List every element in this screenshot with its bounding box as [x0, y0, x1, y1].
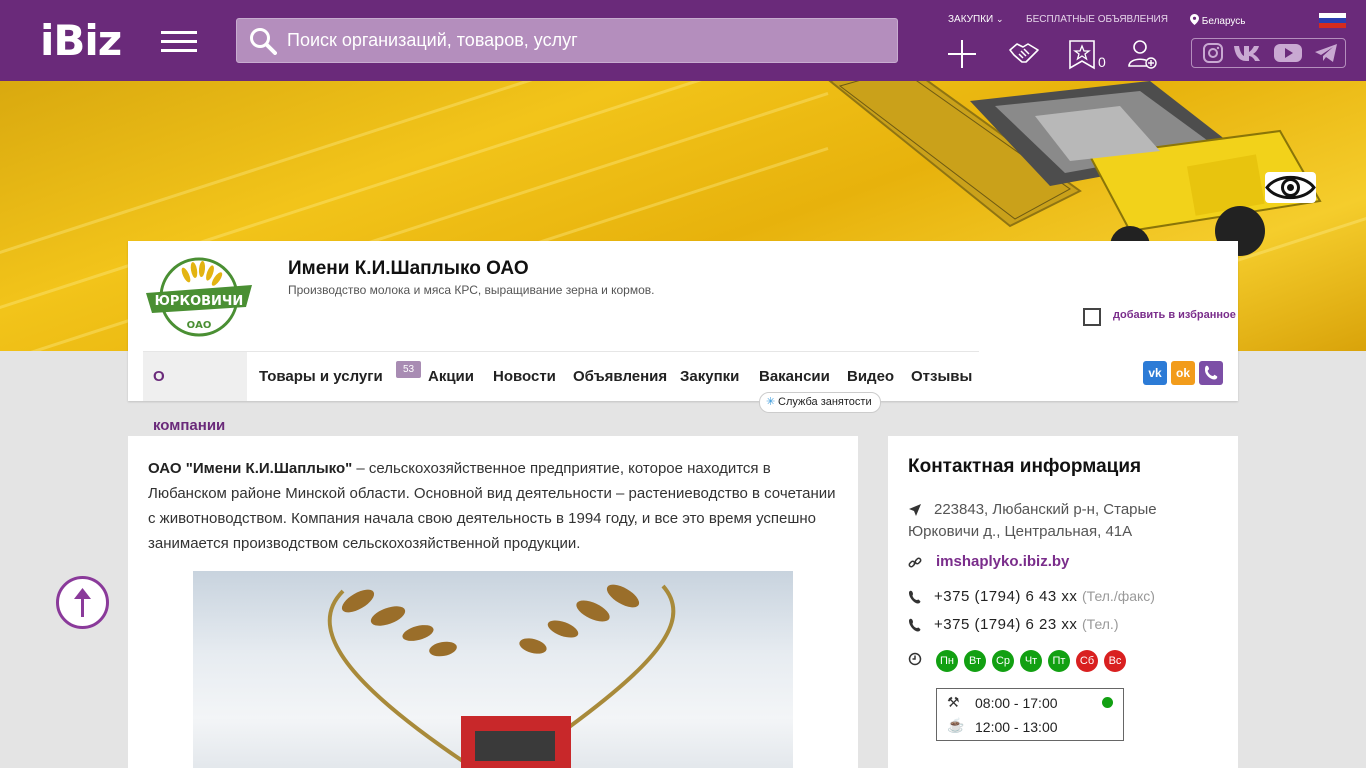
- contact-title: Контактная информация: [908, 456, 1142, 477]
- svg-text:ОАО: ОАО: [187, 320, 212, 331]
- tab-purchases[interactable]: Закупки: [680, 352, 739, 401]
- phone-icon: [909, 618, 921, 632]
- search-bar: [236, 18, 898, 63]
- tools-icon: ⚒: [947, 694, 960, 710]
- sparkle-icon: ✳: [766, 396, 776, 408]
- user-add-icon[interactable]: [1126, 38, 1158, 70]
- chevron-down-icon: ⌄: [995, 14, 1004, 24]
- day-friday[interactable]: Пт: [1048, 650, 1070, 672]
- day-monday[interactable]: Пн: [936, 650, 958, 672]
- vk-share-icon[interactable]: vk: [1143, 361, 1167, 385]
- search-icon[interactable]: [249, 27, 277, 55]
- phone-icon: [1205, 365, 1218, 380]
- arrow-up-icon: [74, 588, 91, 617]
- company-name: Имени К.И.Шаплыко ОАО: [288, 258, 529, 279]
- about-section: ОАО "Имени К.И.Шаплыко" – сельскохозяйст…: [128, 436, 858, 768]
- phone-fax-number[interactable]: +375 (1794) 6 43 xx (Тел./факс): [934, 588, 1155, 605]
- day-thursday[interactable]: Чт: [1020, 650, 1042, 672]
- add-favorite-link[interactable]: добавить в избранное: [1113, 309, 1236, 321]
- scroll-to-top-button[interactable]: [56, 576, 109, 629]
- day-saturday[interactable]: Сб: [1076, 650, 1098, 672]
- favorites-star-icon[interactable]: [1066, 38, 1098, 70]
- add-icon[interactable]: [946, 38, 978, 70]
- tab-products[interactable]: Товары и услуги: [259, 352, 383, 401]
- day-sunday[interactable]: Вс: [1104, 650, 1126, 672]
- instagram-icon[interactable]: [1203, 43, 1223, 63]
- working-hours-box: ⚒ 08:00 - 17:00 ☕ 12:00 - 13:00: [936, 688, 1124, 741]
- vk-icon[interactable]: [1233, 43, 1265, 63]
- top-header: iBiz ЗАКУПКИ ⌄ БЕСПЛАТНЫЕ ОБЪЯВЛЕНИЯ Бел…: [0, 0, 1366, 81]
- menu-icon[interactable]: [161, 31, 197, 53]
- about-text: ОАО "Имени К.И.Шаплыко" – сельскохозяйст…: [148, 460, 836, 552]
- ibiz-logo[interactable]: iBiz: [40, 18, 122, 64]
- location-pin-icon: [1190, 14, 1199, 25]
- company-card: ЮРКОВИЧИ ОАО Имени К.И.Шаплыко ОАО Произ…: [128, 241, 1238, 434]
- company-description: Производство молока и мяса КРС, выращива…: [288, 283, 655, 297]
- coffee-cup-icon: ☕: [947, 717, 965, 733]
- social-links: [1191, 38, 1346, 68]
- clock-icon: [908, 652, 922, 666]
- add-favorite-checkbox[interactable]: [1083, 308, 1101, 326]
- tab-reviews[interactable]: Отзывы: [911, 352, 972, 401]
- contact-info-panel: Контактная информация 223843, Любанский …: [888, 436, 1238, 768]
- russian-flag-icon[interactable]: [1319, 13, 1346, 28]
- company-website-link[interactable]: imshaplyko.ibiz.by: [936, 553, 1069, 570]
- viber-share-icon[interactable]: [1199, 361, 1223, 385]
- eye-icon: [1265, 175, 1316, 200]
- telegram-icon[interactable]: [1314, 43, 1338, 63]
- contact-address: 223843, Любанский р-н, Старые Юрковичи д…: [908, 501, 1157, 540]
- day-wednesday[interactable]: Ср: [992, 650, 1014, 672]
- lunch-hours: 12:00 - 13:00: [975, 719, 1058, 735]
- accessibility-eye-button[interactable]: [1265, 172, 1316, 203]
- odnoklassniki-share-icon[interactable]: ok: [1171, 361, 1195, 385]
- tab-about[interactable]: О компании: [143, 352, 247, 434]
- search-input[interactable]: [287, 19, 887, 62]
- youtube-icon[interactable]: [1274, 43, 1302, 63]
- tab-ads[interactable]: Объявления: [573, 352, 667, 401]
- region-selector[interactable]: Беларусь: [1190, 14, 1246, 27]
- phone-icon: [909, 590, 921, 604]
- tab-promotions[interactable]: Акции: [428, 352, 474, 401]
- combine-harvester-image: [828, 81, 1322, 261]
- day-tuesday[interactable]: Вт: [964, 650, 986, 672]
- wheat-heart-photo: [193, 571, 793, 768]
- favorites-count: 0: [1098, 54, 1106, 70]
- products-count-badge: 53: [396, 361, 421, 378]
- handshake-icon[interactable]: [1008, 38, 1040, 70]
- work-hours: 08:00 - 17:00: [975, 695, 1058, 711]
- company-logo[interactable]: ЮРКОВИЧИ ОАО: [146, 255, 252, 339]
- svg-text:ЮРКОВИЧИ: ЮРКОВИЧИ: [155, 294, 244, 309]
- zakupki-link[interactable]: ЗАКУПКИ ⌄: [948, 14, 1004, 25]
- link-icon: [908, 557, 922, 568]
- open-status-indicator: [1102, 697, 1113, 708]
- tab-news[interactable]: Новости: [493, 352, 556, 401]
- free-ads-link[interactable]: БЕСПЛАТНЫЕ ОБЪЯВЛЕНИЯ: [1026, 14, 1168, 25]
- employment-service-tooltip[interactable]: ✳ Служба занятости: [759, 392, 881, 413]
- phone-number[interactable]: +375 (1794) 6 23 xx (Тел.): [934, 616, 1119, 633]
